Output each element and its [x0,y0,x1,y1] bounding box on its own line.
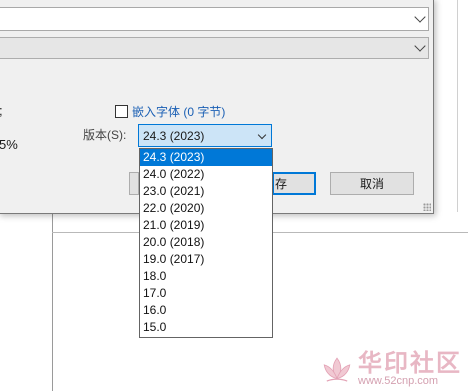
embed-fonts-label[interactable]: 嵌入字体 (0 字节) [132,103,225,120]
lotus-logo-icon [323,357,351,382]
save-button-label: 存 [275,177,288,191]
version-select[interactable]: 24.3 (2023) [138,124,272,147]
chevron-down-icon[interactable] [257,130,267,140]
version-dropdown-list: 24.3 (2023) 24.0 (2022) 23.0 (2021) 22.0… [139,148,273,338]
version-option[interactable]: 23.0 (2021) [140,183,272,200]
watermark-url: www.52cnp.com [358,375,439,387]
version-option[interactable]: 24.0 (2022) [140,166,272,183]
version-option[interactable]: 17.0 [140,285,272,302]
version-option[interactable]: 19.0 (2017) [140,251,272,268]
chevron-down-icon[interactable] [414,40,426,52]
save-button[interactable]: 存 [272,172,316,195]
background-divider [457,0,458,212]
version-option[interactable]: 16.0 [140,302,272,319]
background-guide-vertical [52,212,53,391]
cancel-button-label: 取消 [359,177,384,191]
embed-fonts-option[interactable]: 嵌入字体 (0 字节) [115,103,225,120]
version-option[interactable]: 21.0 (2019) [140,217,272,234]
watermark: 华印社区 www.52cnp.com [320,351,462,387]
version-option[interactable]: 20.0 (2018) [140,234,272,251]
chevron-down-icon[interactable] [414,11,426,23]
cancel-button[interactable]: 取消 [330,172,414,195]
filename-combo[interactable] [0,7,429,31]
cut-off-percent: 5% [0,137,18,152]
watermark-title: 华印社区 [358,348,462,377]
hidden-button-edge[interactable] [129,172,139,195]
file-type-combo[interactable] [0,37,429,59]
version-option[interactable]: 22.0 (2020) [140,200,272,217]
version-label: 版本(S): [83,128,127,142]
version-option[interactable]: 15.0 [140,319,272,336]
version-option[interactable]: 18.0 [140,268,272,285]
version-select-value: 24.3 (2023) [143,129,205,143]
cut-off-label: ; [0,103,3,118]
version-option[interactable]: 24.3 (2023) [140,149,272,166]
embed-fonts-checkbox[interactable] [115,105,128,118]
resize-grip-icon[interactable] [423,203,431,211]
